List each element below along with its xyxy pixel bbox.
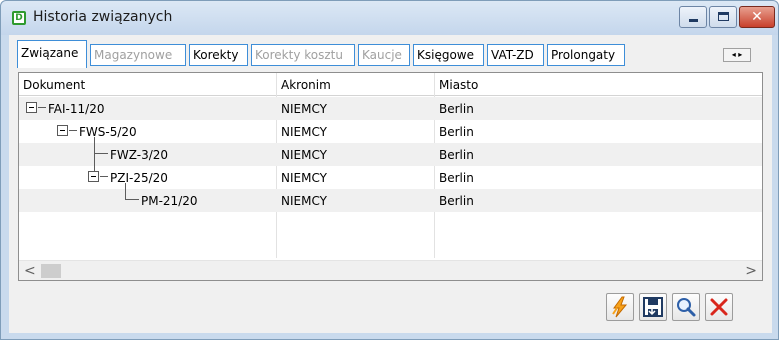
save-button[interactable] (639, 293, 667, 321)
grid-header: Dokument Akronim Miasto (19, 73, 762, 96)
documents-tree-grid[interactable]: Dokument Akronim Miasto FAI-11/20 NIEMCY… (18, 72, 763, 281)
tab-scroll-arrows[interactable]: ◂ ▸ (723, 48, 751, 62)
cell-dokument: FWZ-3/20 (110, 148, 169, 162)
collapse-icon[interactable] (26, 102, 37, 113)
minimize-button[interactable] (679, 6, 707, 28)
column-header-dokument[interactable]: Dokument (23, 78, 85, 92)
run-button[interactable] (606, 293, 634, 321)
tab-scroll-right-icon[interactable]: ▸ (738, 50, 742, 59)
tab-prolongaty[interactable]: Prolongaty (547, 44, 625, 66)
save-icon (643, 297, 663, 317)
close-window-button[interactable]: ✕ (739, 6, 775, 28)
cell-dokument: PZI-25/20 (110, 171, 168, 185)
grid-body: FAI-11/20 NIEMCY Berlin FWS-5/20 NIEMCY … (19, 97, 762, 217)
cell-dokument: PM-21/20 (141, 194, 198, 208)
table-row[interactable]: FAI-11/20 NIEMCY Berlin (19, 97, 762, 120)
cell-miasto: Berlin (439, 102, 474, 116)
cell-miasto: Berlin (439, 171, 474, 185)
window: D Historia związanych ✕ Związane Magazyn… (0, 0, 779, 340)
title-bar[interactable]: D Historia związanych ✕ (1, 1, 778, 35)
cell-dokument: FAI-11/20 (48, 102, 105, 116)
column-header-akronim[interactable]: Akronim (281, 78, 331, 92)
tree-connector (94, 153, 108, 154)
client-area: Związane Magazynowe Korekty Korekty kosz… (9, 35, 772, 333)
cell-akronim: NIEMCY (281, 102, 327, 116)
collapse-icon[interactable] (88, 171, 99, 182)
lightning-icon (612, 296, 628, 318)
collapse-icon[interactable] (57, 125, 68, 136)
cell-miasto: Berlin (439, 148, 474, 162)
tab-korekty-kosztu: Korekty kosztu (251, 44, 355, 66)
maximize-icon (718, 12, 729, 21)
close-button[interactable] (705, 293, 733, 321)
tree-connector (100, 176, 108, 177)
horizontal-scrollbar[interactable]: < > (19, 260, 762, 280)
cell-miasto: Berlin (439, 194, 474, 208)
cell-akronim: NIEMCY (281, 125, 327, 139)
table-row[interactable]: FWZ-3/20 NIEMCY Berlin (19, 137, 762, 166)
cell-miasto: Berlin (439, 125, 474, 139)
tree-connector (38, 107, 46, 108)
cell-akronim: NIEMCY (281, 194, 327, 208)
tree-connector (125, 183, 126, 199)
tab-scroll-left-icon[interactable]: ◂ (732, 50, 736, 59)
cell-dokument: FWS-5/20 (79, 125, 137, 139)
tab-ksiegowe[interactable]: Księgowe (413, 44, 484, 66)
tree-connector (94, 153, 95, 171)
tab-vat-zd[interactable]: VAT-ZD (487, 44, 544, 66)
tab-zwiazane[interactable]: Związane (17, 40, 87, 68)
minimize-icon (689, 19, 698, 22)
table-row[interactable]: FWS-5/20 NIEMCY Berlin (19, 120, 762, 143)
tab-korekty[interactable]: Korekty (189, 44, 248, 66)
table-row[interactable]: PZI-25/20 NIEMCY Berlin (19, 153, 762, 189)
magnifier-icon (677, 298, 696, 317)
tab-kaucje: Kaucje (358, 44, 410, 66)
close-icon: ✕ (751, 9, 763, 25)
search-button[interactable] (672, 293, 700, 321)
column-header-miasto[interactable]: Miasto (439, 78, 478, 92)
table-row[interactable]: PM-21/20 NIEMCY Berlin (19, 183, 762, 212)
tree-connector (125, 199, 139, 200)
app-icon: D (12, 11, 26, 25)
maximize-button[interactable] (709, 6, 737, 28)
scroll-thumb[interactable] (41, 264, 61, 278)
tree-connector (94, 137, 95, 153)
cell-akronim: NIEMCY (281, 148, 327, 162)
close-x-icon (710, 298, 728, 316)
cell-akronim: NIEMCY (281, 171, 327, 185)
scroll-right-icon[interactable]: > (745, 263, 757, 279)
tree-connector (69, 130, 77, 131)
window-title: Historia związanych (33, 9, 173, 25)
scroll-left-icon[interactable]: < (24, 263, 36, 279)
tab-magazynowe: Magazynowe (90, 44, 186, 66)
